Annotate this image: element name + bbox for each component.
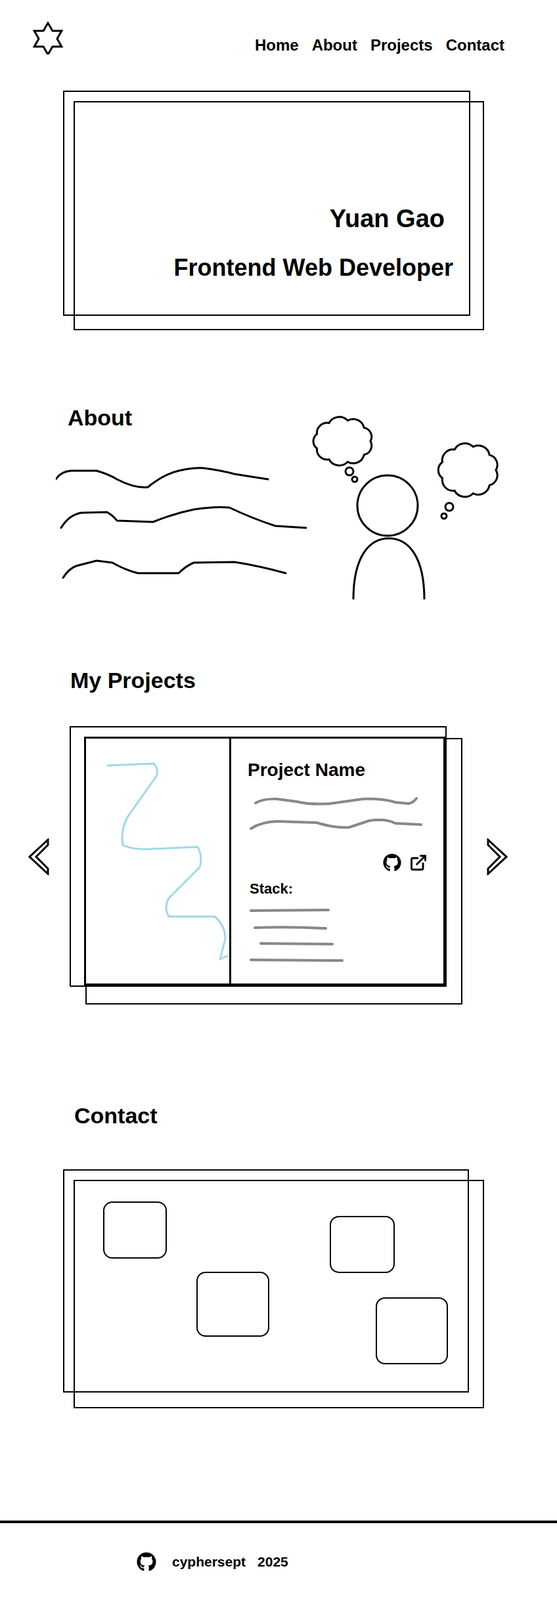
contact-section: Contact bbox=[0, 1102, 557, 1394]
nav-link[interactable]: Contact bbox=[445, 35, 505, 56]
star-logo-icon[interactable] bbox=[30, 21, 66, 55]
contact-heading: Contact bbox=[74, 1102, 557, 1130]
project-details: Project Name Stack: bbox=[231, 738, 444, 984]
hero-title: Frontend Web Developer bbox=[174, 253, 454, 283]
previous-arrow-icon[interactable] bbox=[28, 838, 50, 876]
thinking-person-icon bbox=[308, 413, 506, 605]
external-link-icon[interactable] bbox=[409, 853, 428, 873]
river-sketch-icon bbox=[86, 738, 232, 982]
stack-scribble-icon bbox=[249, 908, 368, 968]
next-arrow-icon[interactable] bbox=[486, 838, 508, 876]
footer-credits: cyphersept 2025 bbox=[0, 1552, 557, 1573]
description-scribble-icon bbox=[231, 796, 429, 839]
portfolio-page: Home About Projects Contact Yuan Gao Frontend… bbox=[0, 0, 557, 1600]
project-links bbox=[231, 853, 444, 873]
header: Home About Projects Contact bbox=[0, 0, 557, 91]
about-section: About bbox=[0, 404, 557, 602]
contact-board bbox=[63, 1169, 469, 1394]
contact-tile[interactable] bbox=[329, 1216, 395, 1274]
text-scribble-icon bbox=[55, 459, 309, 585]
contact-tile[interactable] bbox=[196, 1272, 270, 1338]
about-heading: About bbox=[67, 404, 309, 431]
footer: cyphersept 2025 bbox=[0, 1521, 557, 1599]
footer-handle: cyphersept bbox=[172, 1553, 246, 1572]
project-content: Project Name Stack: bbox=[84, 736, 446, 986]
project-card: Project Name Stack: bbox=[69, 726, 447, 988]
about-text: About bbox=[0, 404, 309, 602]
nav-link[interactable]: Home bbox=[254, 35, 299, 56]
nav-link[interactable]: Projects bbox=[370, 35, 433, 56]
project-carousel: Project Name Stack: bbox=[0, 726, 557, 988]
footer-year: 2025 bbox=[257, 1553, 289, 1572]
projects-section: My Projects Project Name Stack: bbox=[0, 667, 557, 988]
github-icon[interactable] bbox=[382, 853, 402, 873]
contact-tile[interactable] bbox=[103, 1202, 167, 1260]
nav-link[interactable]: About bbox=[311, 35, 358, 56]
project-name: Project Name bbox=[231, 759, 444, 782]
projects-heading: My Projects bbox=[70, 667, 557, 694]
stack-label: Stack: bbox=[231, 880, 444, 898]
github-icon[interactable] bbox=[136, 1552, 157, 1573]
hero-card: Yuan Gao Frontend Web Developer bbox=[63, 90, 471, 316]
nav-bar: Home About Projects Contact bbox=[254, 35, 505, 56]
contact-tile[interactable] bbox=[375, 1297, 448, 1365]
project-preview bbox=[86, 738, 232, 984]
hero-name: Yuan Gao bbox=[329, 203, 445, 234]
